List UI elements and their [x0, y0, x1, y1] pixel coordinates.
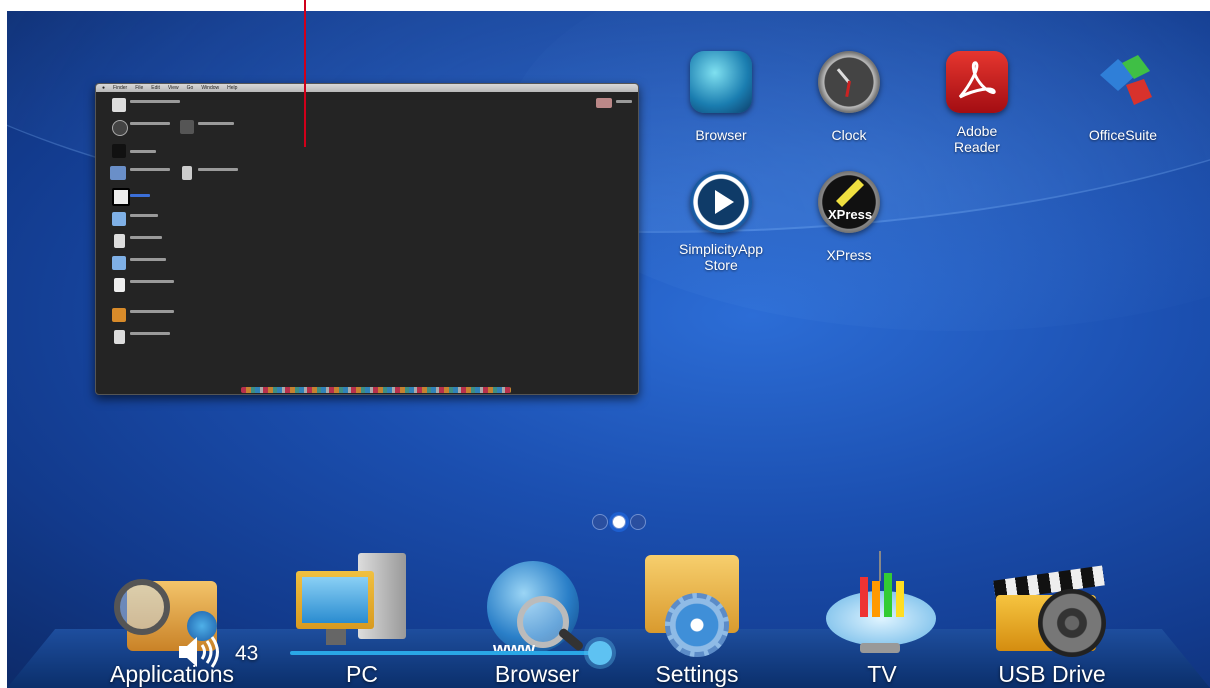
file-label — [130, 194, 150, 197]
app-adobe-reader[interactable]: Adobe Reader — [917, 51, 1037, 155]
file-icon — [112, 120, 128, 136]
office-suite-icon — [1092, 51, 1154, 113]
applications-icon — [92, 551, 252, 656]
clock-icon — [818, 51, 880, 113]
thumbnail-menubar: ● Finder File Edit View Go Window Help — [96, 84, 638, 92]
adobe-reader-icon — [946, 51, 1008, 113]
settings-folder-icon — [617, 551, 777, 657]
file-label — [130, 150, 156, 153]
pc-icon — [282, 551, 442, 656]
tv-satellite-icon — [802, 551, 962, 656]
apple-icon: ● — [102, 85, 106, 91]
play-store-icon — [690, 171, 752, 233]
page-dot[interactable] — [592, 514, 608, 530]
folder-icon — [112, 212, 126, 226]
speaker-icon — [175, 632, 225, 672]
dock-usb-drive[interactable]: USB Drive — [972, 551, 1132, 687]
dock-label: Settings — [655, 661, 739, 687]
document-icon — [114, 330, 125, 344]
desktop-preview-thumbnail[interactable]: ● Finder File Edit View Go Window Help — [95, 83, 639, 395]
document-icon — [114, 234, 125, 248]
xpress-file-icon — [112, 188, 130, 206]
dock-tv[interactable]: TV — [802, 551, 962, 687]
file-icon — [180, 120, 194, 134]
file-icon — [112, 98, 126, 112]
home-screen: ● Finder File Edit View Go Window Help B… — [7, 11, 1210, 688]
file-label — [130, 100, 180, 103]
dock-label: TV — [867, 661, 897, 687]
thumbnail-dock — [241, 387, 511, 393]
app-label: Adobe Reader — [954, 123, 1000, 155]
file-label — [130, 214, 158, 217]
screenshot-icon — [110, 166, 126, 180]
file-label — [616, 100, 632, 103]
file-label — [130, 258, 166, 261]
dock-applications[interactable]: Applications — [92, 551, 252, 687]
volume-slider-track[interactable] — [290, 651, 610, 655]
menu-help: Help — [227, 85, 238, 91]
file-label — [130, 122, 170, 125]
document-icon — [114, 278, 125, 292]
page-indicator — [592, 514, 646, 530]
file-label — [130, 236, 162, 239]
dock-label: Browser — [494, 661, 580, 687]
menu-go: Go — [186, 85, 194, 91]
globe-search-icon: www. — [457, 551, 617, 659]
menu-view: View — [167, 85, 179, 91]
menu-finder: Finder — [113, 85, 128, 91]
folder-icon — [112, 256, 126, 270]
marker-line — [304, 0, 306, 147]
app-label: OfficeSuite — [1088, 127, 1158, 143]
dock-label: Applications — [109, 661, 235, 687]
file-label — [130, 332, 170, 335]
globe-icon — [690, 51, 752, 113]
page-dot-active[interactable] — [612, 515, 626, 529]
file-icon — [596, 98, 612, 108]
dock-label: PC — [346, 661, 378, 687]
usb-drive-icon — [972, 551, 1132, 657]
menu-window: Window — [201, 85, 220, 91]
package-icon — [112, 308, 126, 322]
app-office-suite[interactable]: OfficeSuite — [1063, 51, 1183, 143]
file-label — [130, 310, 174, 313]
dock-browser[interactable]: www. Browser — [457, 551, 617, 687]
page-dot[interactable] — [630, 514, 646, 530]
file-label — [130, 280, 174, 283]
dock-pc[interactable]: PC — [282, 551, 442, 687]
app-clock[interactable]: Clock — [789, 51, 909, 143]
app-label: Clock — [831, 127, 867, 143]
app-label: XPress — [826, 247, 872, 263]
hand-icon — [112, 144, 126, 158]
app-label: Browser — [695, 127, 747, 143]
menu-file: File — [135, 85, 144, 91]
app-label: SimplicityApp Store — [678, 241, 764, 273]
app-browser[interactable]: Browser — [661, 51, 781, 143]
dock-settings[interactable]: Settings — [617, 551, 777, 687]
xpress-icon: XPress — [818, 171, 880, 233]
menu-edit: Edit — [151, 85, 160, 91]
app-xpress[interactable]: XPress XPress — [789, 171, 909, 263]
file-icon — [182, 166, 192, 180]
dock-label: USB Drive — [998, 661, 1106, 687]
volume-slider-thumb[interactable] — [588, 641, 612, 665]
file-label — [198, 168, 238, 171]
app-simplicity-store[interactable]: SimplicityApp Store — [661, 171, 781, 273]
file-label — [130, 168, 170, 171]
file-label — [198, 122, 234, 125]
volume-value: 43 — [235, 642, 259, 665]
